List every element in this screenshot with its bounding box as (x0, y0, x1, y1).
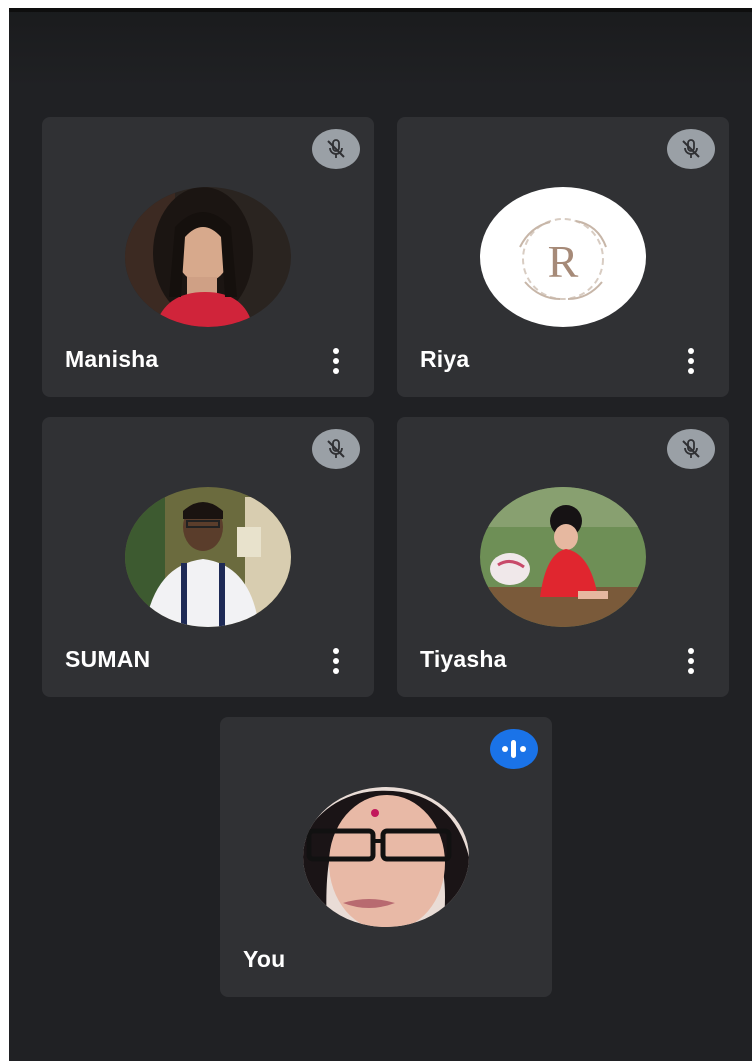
more-vert-icon[interactable] (332, 648, 340, 674)
more-vert-icon[interactable] (687, 348, 695, 374)
more-vert-icon[interactable] (332, 348, 340, 374)
mic-off-icon (667, 429, 715, 469)
avatar-tiyasha (480, 487, 646, 627)
participant-name: You (243, 946, 286, 972)
more-vert-icon[interactable] (687, 648, 695, 674)
avatar-suman (125, 487, 291, 627)
participant-name: Manisha (65, 346, 159, 372)
participant-name: Riya (420, 346, 470, 372)
participant-name: SUMAN (65, 646, 151, 672)
avatar-riya: R (480, 187, 646, 327)
participant-name: Tiyasha (420, 646, 507, 672)
participant-tile-suman[interactable]: SUMAN (42, 417, 374, 697)
participant-tile-tiyasha[interactable]: Tiyasha (397, 417, 729, 697)
speaking-indicator-icon (490, 729, 538, 769)
participant-tile-you[interactable]: You (220, 717, 552, 997)
mic-off-icon (667, 129, 715, 169)
avatar-letter: R (548, 236, 579, 287)
avatar-you (303, 787, 469, 927)
meeting-screen: Manisha R Riya SUMAN Tiyasha You (9, 8, 752, 1061)
participant-tile-riya[interactable]: R Riya (397, 117, 729, 397)
participant-tile-manisha[interactable]: Manisha (42, 117, 374, 397)
mic-off-icon (312, 429, 360, 469)
avatar-manisha (125, 187, 291, 327)
mic-off-icon (312, 129, 360, 169)
status-bar (9, 8, 752, 12)
